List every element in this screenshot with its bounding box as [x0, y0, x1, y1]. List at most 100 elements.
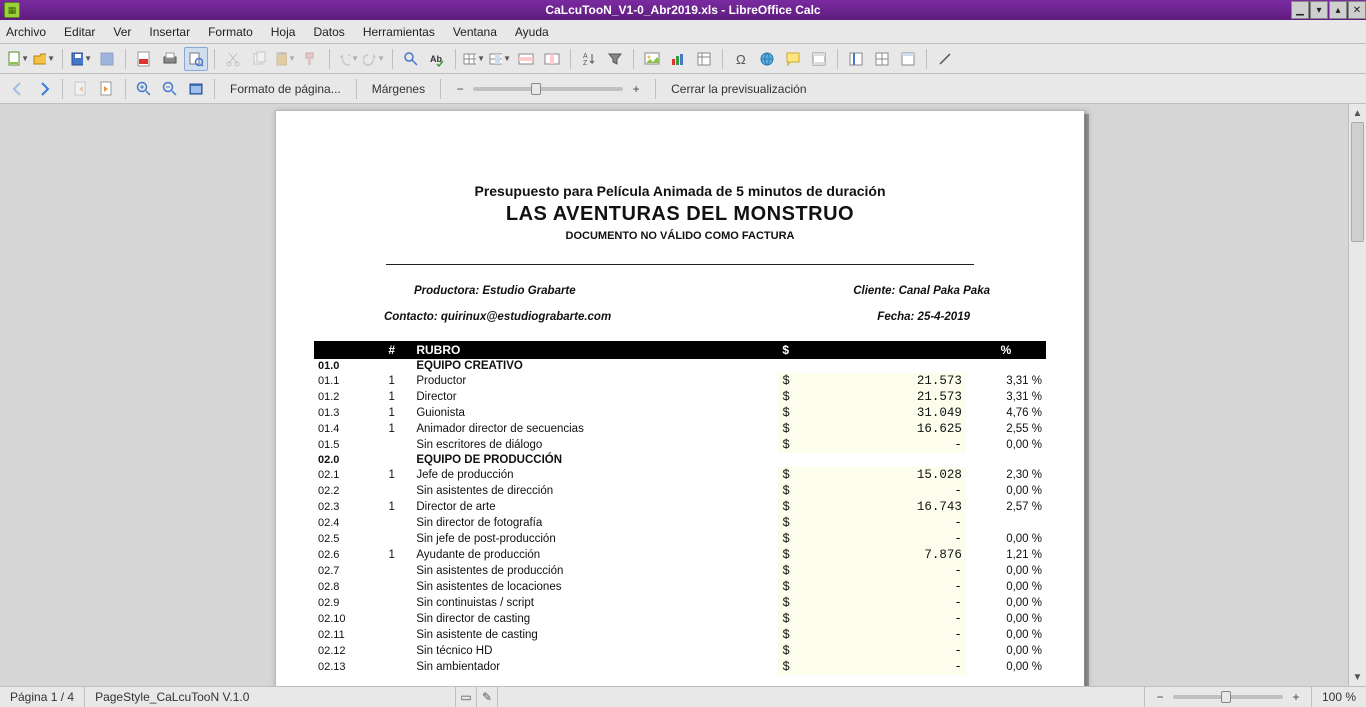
status-zoom-track[interactable] [1173, 695, 1283, 699]
menu-hoja[interactable]: Hoja [271, 25, 296, 39]
delete-col-icon[interactable] [540, 47, 564, 71]
status-signature-icon[interactable]: ✎ [477, 689, 497, 705]
menu-datos[interactable]: Datos [313, 25, 344, 39]
table-row: 02.12Sin técnico HD$-0,00 % [314, 643, 1046, 659]
cell-qty [371, 563, 412, 579]
status-zoom-value[interactable]: 100 % [1312, 687, 1366, 707]
menu-ventana[interactable]: Ventana [453, 25, 497, 39]
copy-icon[interactable] [247, 47, 271, 71]
delete-row-icon[interactable] [514, 47, 538, 71]
vertical-scrollbar[interactable]: ▲ ▼ [1348, 104, 1366, 686]
budget-table: # RUBRO $ % 01.0EQUIPO CREATIVO01.11Prod… [314, 341, 1046, 675]
status-zoom-plus-icon[interactable]: + [1289, 690, 1303, 704]
paste-icon[interactable]: ▼ [273, 47, 297, 71]
scroll-down-icon[interactable]: ▼ [1349, 668, 1366, 686]
maximize-up-button[interactable]: ▴ [1329, 1, 1347, 19]
cell-currency: $ [778, 627, 799, 643]
save-as-icon[interactable] [95, 47, 119, 71]
print-preview-icon[interactable] [184, 47, 208, 71]
menu-formato[interactable]: Formato [208, 25, 253, 39]
split-window-icon[interactable] [870, 47, 894, 71]
zoom-plus-icon[interactable]: + [629, 82, 643, 96]
next-page-icon[interactable] [32, 77, 56, 101]
close-window-button[interactable]: ✕ [1348, 1, 1366, 19]
minimize-button[interactable]: ▁ [1291, 1, 1309, 19]
last-page-icon[interactable] [95, 77, 119, 101]
find-replace-icon[interactable] [399, 47, 423, 71]
cell-pct: 3,31 % [966, 373, 1046, 389]
status-zoom-minus-icon[interactable]: − [1153, 690, 1167, 704]
sort-icon[interactable]: AZ [577, 47, 601, 71]
spellcheck-icon[interactable]: Ab [425, 47, 449, 71]
cell-pct: 2,55 % [966, 421, 1046, 437]
hyperlink-icon[interactable] [755, 47, 779, 71]
scroll-up-icon[interactable]: ▲ [1349, 104, 1366, 122]
cell-name: EQUIPO DE PRODUCCIÓN [412, 453, 778, 467]
pivot-icon[interactable] [692, 47, 716, 71]
zoom-minus-icon[interactable]: − [453, 82, 467, 96]
table-row: 02.5Sin jefe de post-producción$-0,00 % [314, 531, 1046, 547]
undo-icon[interactable]: ▼ [336, 47, 360, 71]
menu-ver[interactable]: Ver [113, 25, 131, 39]
table-row: 02.10Sin director de casting$-0,00 % [314, 611, 1046, 627]
menu-ayuda[interactable]: Ayuda [515, 25, 549, 39]
table-row: 01.5Sin escritores de diálogo$-0,00 % [314, 437, 1046, 453]
cell-name: Sin jefe de post-producción [412, 531, 778, 547]
cut-icon[interactable] [221, 47, 245, 71]
special-char-icon[interactable]: Ω [729, 47, 753, 71]
cell-amount: - [799, 437, 966, 453]
maximize-down-button[interactable]: ▾ [1310, 1, 1328, 19]
clone-format-icon[interactable] [299, 47, 323, 71]
page-format-button[interactable]: Formato de página... [221, 77, 350, 101]
zoom-in-icon[interactable] [132, 77, 156, 101]
cell-id: 01.3 [314, 405, 371, 421]
cell-amount: - [799, 579, 966, 595]
freeze-rows-cols-icon[interactable] [844, 47, 868, 71]
menu-herramientas[interactable]: Herramientas [363, 25, 435, 39]
insert-image-icon[interactable] [640, 47, 664, 71]
redo-icon[interactable]: ▼ [362, 47, 386, 71]
prev-page-icon[interactable] [6, 77, 30, 101]
zoom-out-icon[interactable] [158, 77, 182, 101]
client-label: Cliente: Canal Paka Paka [853, 285, 990, 297]
table-row: 01.11Productor$21.5733,31 % [314, 373, 1046, 389]
cell-id: 01.1 [314, 373, 371, 389]
window-icon[interactable] [896, 47, 920, 71]
scroll-thumb[interactable] [1351, 122, 1364, 242]
cell-pct: 0,00 % [966, 579, 1046, 595]
close-preview-button[interactable]: Cerrar la previsualización [662, 77, 815, 101]
status-zoom-thumb[interactable] [1221, 691, 1231, 703]
first-page-icon[interactable] [69, 77, 93, 101]
fullscreen-icon[interactable] [184, 77, 208, 101]
table-row: 02.2Sin asistentes de dirección$-0,00 % [314, 483, 1046, 499]
preview-zoom-slider[interactable]: − + [447, 82, 649, 96]
slider-thumb[interactable] [531, 83, 541, 95]
menu-archivo[interactable]: Archivo [6, 25, 46, 39]
menu-insertar[interactable]: Insertar [149, 25, 190, 39]
cell-pct: 0,00 % [966, 531, 1046, 547]
insert-row-icon[interactable]: ▼ [462, 47, 486, 71]
cell-id: 02.10 [314, 611, 371, 627]
status-selection-mode-icon[interactable]: ▭ [456, 689, 476, 705]
scroll-track[interactable] [1351, 122, 1364, 668]
cell-id: 02.11 [314, 627, 371, 643]
cell-name: Ayudante de producción [412, 547, 778, 563]
comment-icon[interactable] [781, 47, 805, 71]
autofilter-icon[interactable] [603, 47, 627, 71]
export-pdf-icon[interactable] [132, 47, 156, 71]
save-icon[interactable]: ▼ [69, 47, 93, 71]
cell-name: Sin ambientador [412, 659, 778, 675]
open-icon[interactable]: ▼ [32, 47, 56, 71]
margins-button[interactable]: Márgenes [363, 77, 434, 101]
status-zoom-control[interactable]: − + [1145, 690, 1311, 704]
slider-track[interactable] [473, 87, 623, 91]
header-footer-icon[interactable] [807, 47, 831, 71]
menu-editar[interactable]: Editar [64, 25, 95, 39]
draw-line-icon[interactable] [933, 47, 957, 71]
header-pct: % [966, 341, 1046, 359]
insert-col-icon[interactable]: ▼ [488, 47, 512, 71]
insert-chart-icon[interactable] [666, 47, 690, 71]
new-doc-icon[interactable]: ▼ [6, 47, 30, 71]
print-icon[interactable] [158, 47, 182, 71]
cell-currency: $ [778, 389, 799, 405]
